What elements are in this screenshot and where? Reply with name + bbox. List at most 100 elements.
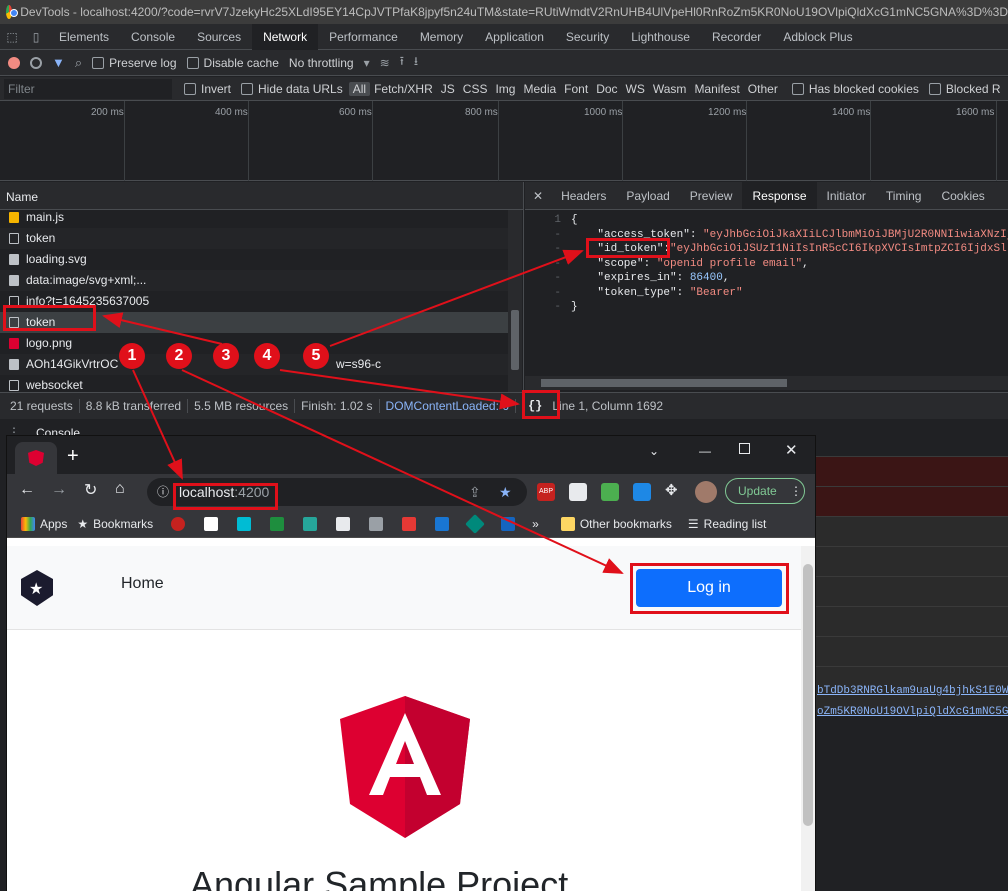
bookmark-favicon-icon[interactable]	[237, 516, 252, 531]
excel-icon[interactable]	[270, 516, 285, 531]
adblock-extension-icon[interactable]: ABP	[537, 483, 555, 501]
filter-type-other[interactable]: Other	[744, 82, 782, 96]
extension-icon[interactable]	[633, 483, 651, 501]
close-icon[interactable]: ✕	[525, 182, 551, 209]
bookmark-favicon-icon[interactable]	[402, 516, 417, 531]
reading-list[interactable]: ☰ Reading list	[688, 517, 766, 531]
bookmark-favicon-icon[interactable]	[465, 513, 486, 534]
request-row[interactable]: main.js	[0, 207, 508, 228]
device-toggle-icon[interactable]: ▯	[24, 24, 48, 50]
timeline-overview[interactable]: 200 ms 400 ms 600 ms 800 ms 1000 ms 1200…	[0, 101, 1008, 181]
reload-icon[interactable]: ↻	[84, 480, 97, 500]
filter-type-fetch[interactable]: Fetch/XHR	[370, 82, 437, 96]
tab-cookies[interactable]: Cookies	[931, 182, 994, 209]
tab-headers[interactable]: Headers	[551, 182, 616, 209]
maximize-icon[interactable]	[739, 443, 750, 454]
nav-home-link[interactable]: Home	[121, 575, 164, 593]
upload-icon[interactable]: ⭱	[400, 52, 404, 73]
clear-icon[interactable]	[30, 56, 42, 69]
hide-data-urls-checkbox[interactable]: Hide data URLs	[241, 82, 343, 96]
tab-timing[interactable]: Timing	[876, 182, 932, 209]
preserve-log-checkbox[interactable]: Preserve log	[92, 56, 177, 70]
filter-type-all[interactable]: All	[348, 81, 371, 96]
forward-icon[interactable]: →	[51, 481, 67, 499]
wifi-icon[interactable]: ≋	[380, 56, 390, 70]
tab-security[interactable]: Security	[555, 24, 620, 50]
back-icon[interactable]: ←	[19, 481, 35, 499]
typescript-icon[interactable]	[501, 516, 516, 531]
filter-type-css[interactable]: CSS	[459, 82, 492, 96]
chevron-down-icon[interactable]: ▾	[364, 56, 370, 70]
filter-type-media[interactable]: Media	[519, 82, 560, 96]
response-hscrollbar[interactable]	[525, 376, 1008, 390]
tab-preview[interactable]: Preview	[680, 182, 743, 209]
throttling-select[interactable]: No throttling	[289, 56, 354, 70]
invert-checkbox[interactable]: Invert	[184, 82, 231, 96]
download-icon[interactable]: ⭳	[414, 52, 418, 73]
tab-adblock-plus[interactable]: Adblock Plus	[772, 24, 863, 50]
bookmark-favicon-icon[interactable]	[336, 516, 351, 531]
bookmark-bookmarks[interactable]: ★ Bookmarks	[77, 517, 153, 531]
tab-initiator[interactable]: Initiator	[817, 182, 876, 209]
blocked-requests-checkbox[interactable]: Blocked R	[928, 82, 1001, 96]
requests-scrollbar[interactable]	[508, 210, 522, 392]
other-bookmarks[interactable]: Other bookmarks	[560, 516, 672, 531]
response-body[interactable]: 1{ - "access_token": "eyJhbGciOiJkaXIiLC…	[525, 210, 1008, 315]
minimize-icon[interactable]: —	[699, 444, 711, 458]
browser-tab[interactable]	[15, 442, 57, 474]
request-row[interactable]: token	[0, 228, 508, 249]
request-row[interactable]: data:image/svg+xml;...	[0, 270, 508, 291]
tab-search-icon[interactable]: ⌄	[649, 444, 659, 458]
name-column-header[interactable]: Name	[0, 182, 523, 210]
filter-type-js[interactable]: JS	[437, 82, 459, 96]
console-link[interactable]: oZm5KR0NoU19OVlpiQldXcG1mNC5G	[817, 706, 1008, 718]
tab-console[interactable]: Console	[120, 24, 186, 50]
tab-payload[interactable]: Payload	[616, 182, 679, 209]
bookmark-favicon-icon[interactable]	[369, 516, 384, 531]
filter-type-img[interactable]: Img	[491, 82, 519, 96]
blocked-cookies-checkbox[interactable]: Has blocked cookies	[791, 82, 919, 96]
filter-type-font[interactable]: Font	[560, 82, 592, 96]
step-badge: 5	[303, 343, 329, 369]
more-bookmarks-icon[interactable]: »	[532, 517, 539, 531]
filter-type-manifest[interactable]: Manifest	[690, 82, 743, 96]
tab-performance[interactable]: Performance	[318, 24, 409, 50]
home-icon[interactable]: ⌂	[115, 480, 125, 498]
tab-sources[interactable]: Sources	[186, 24, 252, 50]
tab-elements[interactable]: Elements	[48, 24, 120, 50]
page-scrollbar[interactable]	[801, 546, 815, 891]
extensions-puzzle-icon[interactable]: ✥	[665, 481, 678, 499]
share-icon[interactable]: ⇪	[469, 478, 481, 506]
search-icon[interactable]: ⌕	[75, 55, 82, 71]
avatar[interactable]	[695, 481, 717, 503]
extension-icon[interactable]	[569, 483, 587, 501]
filter-icon[interactable]: ▼	[52, 55, 65, 70]
menu-dots-icon[interactable]: ⋮	[790, 479, 802, 503]
disable-cache-checkbox[interactable]: Disable cache	[186, 56, 279, 70]
console-link[interactable]: bTdDb3RNRGlkam9uaUg4bjhkS1E0W	[817, 685, 1008, 697]
extension-icon[interactable]	[601, 483, 619, 501]
filter-input[interactable]: Filter	[4, 78, 172, 99]
update-button[interactable]: Update ⋮	[725, 478, 805, 504]
record-icon[interactable]	[8, 56, 20, 69]
bookmark-favicon-icon[interactable]	[171, 516, 186, 531]
request-row[interactable]: loading.svg	[0, 249, 508, 270]
tab-lighthouse[interactable]: Lighthouse	[620, 24, 701, 50]
bookmark-apps[interactable]: Apps	[21, 516, 67, 531]
inspect-icon[interactable]: ⬚	[0, 24, 24, 50]
bookmark-star-icon[interactable]: ★	[499, 478, 512, 506]
new-tab-icon[interactable]: +	[67, 445, 79, 468]
filter-type-doc[interactable]: Doc	[592, 82, 621, 96]
tab-application[interactable]: Application	[474, 24, 555, 50]
window-close-icon[interactable]: ✕	[785, 441, 798, 459]
bookmark-favicon-icon[interactable]	[303, 516, 318, 531]
site-info-icon[interactable]: ⓘ	[157, 478, 169, 506]
wikipedia-icon[interactable]	[204, 516, 219, 531]
tab-memory[interactable]: Memory	[409, 24, 474, 50]
filter-type-wasm[interactable]: Wasm	[649, 82, 691, 96]
filter-type-ws[interactable]: WS	[622, 82, 649, 96]
tab-response[interactable]: Response	[742, 182, 817, 209]
tab-recorder[interactable]: Recorder	[701, 24, 772, 50]
tab-network[interactable]: Network	[252, 23, 319, 50]
bookmark-favicon-icon[interactable]	[435, 516, 450, 531]
